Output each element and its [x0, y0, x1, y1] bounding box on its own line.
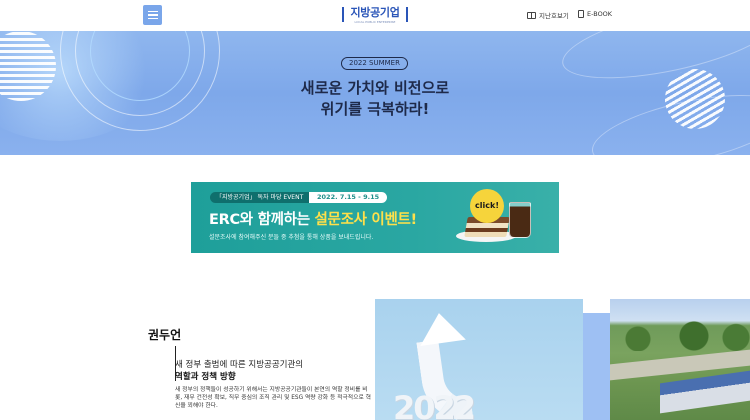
ebook-link[interactable]: E-BOOK [578, 10, 612, 18]
hamburger-icon-line [147, 10, 158, 13]
site-logo[interactable]: 지방공기업 LOCAL PUBLIC ENTERPRISE [340, 5, 410, 27]
hero-title-line2: 위기를 극복하라! [320, 100, 430, 118]
hero-title-line1: 새로운 가치와 비전으로 [300, 79, 450, 97]
menu-button[interactable] [143, 5, 162, 25]
issue-badge: 2022 SUMMER [341, 57, 408, 70]
image-accent-block [583, 313, 610, 420]
logo-bar-left [342, 7, 344, 22]
event-date: 2022. 7.15 - 9.15 [309, 192, 388, 203]
past-issues-label: 지난호보기 [539, 12, 569, 20]
event-headline: ERC와 함께하는 설문조사 이벤트! [209, 208, 417, 229]
logo-subtitle: LOCAL PUBLIC ENTERPRISE [354, 20, 396, 24]
book-icon [527, 11, 536, 19]
year-text: 2022 [393, 389, 476, 420]
building [660, 370, 750, 414]
event-headline-part2: 설문조사 이벤트! [314, 212, 418, 228]
article-subtitle-line1: 새 정부 출범에 따른 지방공공기관의 [175, 360, 304, 370]
event-tag: 「지방공기업」 독자 마당 EVENT [210, 192, 310, 203]
logo-title: 지방공기업 [350, 6, 400, 19]
up-arrow-icon [416, 309, 466, 347]
click-badge: click! [470, 189, 504, 223]
event-headline-part1: ERC와 함께하는 [209, 212, 315, 228]
ebook-label: E-BOOK [587, 10, 613, 18]
past-issues-link[interactable]: 지난호보기 [527, 10, 569, 20]
header: 지방공기업 LOCAL PUBLIC ENTERPRISE 지난호보기 E-BO… [0, 0, 750, 31]
hero-banner: 2022 SUMMER 새로운 가치와 비전으로 위기를 극복하라! [0, 31, 750, 155]
coffee-cup-image [509, 202, 531, 238]
hamburger-icon-line [147, 17, 158, 20]
ebook-icon [578, 10, 584, 18]
hero-title: 새로운 가치와 비전으로 위기를 극복하라! [0, 78, 750, 120]
event-banner[interactable]: 「지방공기업」 독자 마당 EVENT 2022. 7.15 - 9.15 ER… [191, 182, 559, 253]
trees [610, 321, 750, 351]
hamburger-icon-line [147, 14, 158, 16]
article-title[interactable]: 권두언 [148, 326, 181, 343]
arrow-2022-image[interactable]: 2022 [375, 299, 583, 420]
facility-aerial-image[interactable] [610, 299, 750, 420]
logo-bar-right [406, 7, 408, 22]
article-subtitle-line2: 역할과 정책 방향 [175, 372, 236, 382]
article-body: 새 정부의 정책들이 성공하기 위해서는 지방공공기관들이 본연의 역할 정비를… [175, 387, 371, 409]
event-description: 설문조사에 참여해주신 분들 중 추첨을 통해 상품을 보내드립니다. [209, 234, 374, 241]
